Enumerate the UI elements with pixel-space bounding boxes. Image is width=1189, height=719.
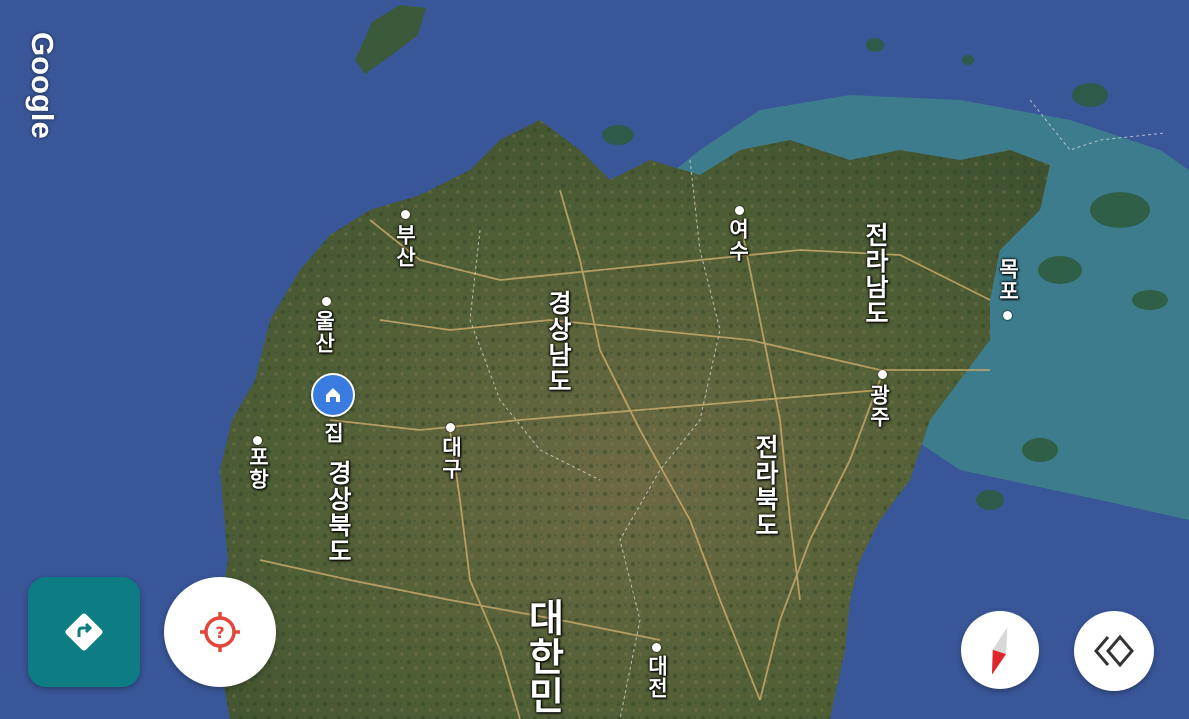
layers-icon: [1094, 634, 1134, 668]
city-label-ulsan[interactable]: 울산: [309, 310, 339, 354]
city-dot-daegu: [446, 423, 455, 432]
country-label: 대한민: [521, 598, 565, 715]
home-icon: [326, 388, 340, 402]
directions-button[interactable]: [28, 577, 140, 687]
city-label-daegu[interactable]: 대구: [436, 436, 466, 480]
compass-button[interactable]: [961, 611, 1039, 689]
city-dot-yeosu: [735, 206, 744, 215]
svg-text:?: ?: [215, 623, 224, 642]
layers-button[interactable]: [1074, 611, 1154, 691]
province-label-gyeongsangbuk[interactable]: 경상북도: [320, 460, 356, 564]
city-dot-busan: [401, 210, 410, 219]
city-label-pohang[interactable]: 포항: [243, 446, 273, 490]
google-watermark: Google: [25, 32, 60, 139]
home-pin[interactable]: [311, 373, 355, 417]
directions-icon: [65, 613, 103, 651]
province-label-gyeongsangnam[interactable]: 경상남도: [540, 290, 576, 394]
city-dot-mokpo: [1003, 311, 1012, 320]
province-label-jeollabuk[interactable]: 전라북도: [747, 434, 783, 538]
home-pin-label: 집: [321, 422, 345, 444]
city-dot-pohang: [253, 436, 262, 445]
city-label-mokpo[interactable]: 목포: [993, 258, 1023, 302]
my-location-button[interactable]: ?: [164, 577, 276, 687]
city-label-daejeon[interactable]: 대전: [642, 655, 672, 699]
compass-icon: [991, 627, 1008, 675]
my-location-icon: ?: [200, 612, 240, 652]
city-dot-ulsan: [322, 297, 331, 306]
city-dot-gwangju: [878, 370, 887, 379]
city-label-gwangju[interactable]: 광주: [864, 384, 894, 428]
province-label-jeollanam[interactable]: 전라남도: [857, 222, 893, 326]
city-label-yeosu[interactable]: 여수: [723, 218, 753, 262]
city-dot-daejeon: [652, 643, 661, 652]
city-label-busan[interactable]: 부산: [390, 224, 420, 268]
